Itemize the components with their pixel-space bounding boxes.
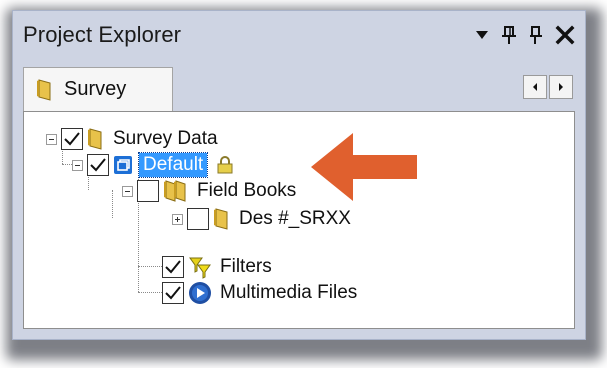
collapse-toggle[interactable] [122,185,133,197]
tree-connector [138,266,162,267]
tree-node-multimedia-files[interactable]: Multimedia Files [162,280,357,306]
tree-label: Filters [220,256,272,277]
panel-titlebar: Project Explorer [13,11,585,59]
tab-scroll-buttons [523,75,573,99]
collapse-toggle[interactable] [72,159,83,171]
annotation-arrow [311,129,421,210]
tab-label: Survey [64,78,127,100]
tree-label: Multimedia Files [220,282,358,303]
checkbox-default[interactable] [87,154,109,176]
media-icon [188,281,212,305]
project-explorer-panel: Project Explorer Survey Survey Data Defa… [12,10,586,340]
checkbox-filters[interactable] [162,256,184,278]
tree-label: Survey Data [113,128,218,149]
checkbox-multimedia-files[interactable] [162,282,184,304]
tree-connector [112,190,113,218]
folder-icon [87,128,105,150]
tree-label-selected: Default [137,152,209,178]
filter-icon [188,255,212,279]
scroll-left-button[interactable] [523,75,547,99]
tab-strip: Survey [13,59,585,111]
dropdown-icon[interactable] [475,29,489,41]
folder-icon [36,78,54,101]
tree-label: Des #_SRXX [239,208,351,229]
tree-node-filters[interactable]: Filters [162,254,272,280]
collapse-toggle[interactable] [46,133,57,145]
tree-label: Field Books [197,180,297,201]
tree-node-survey-data[interactable]: Survey Data [46,126,218,152]
panel-title: Project Explorer [23,22,182,47]
folder-icon [213,208,231,230]
tree-node-default[interactable]: Default [72,152,235,178]
autohide-icon[interactable] [529,25,543,45]
close-icon[interactable] [555,25,575,45]
folders-icon [163,179,189,203]
lock-icon [215,155,235,175]
pin-icon[interactable] [501,25,517,45]
project-tree: Survey Data Default Field Books Des #_SR… [23,111,575,329]
tree-connector [138,292,162,293]
checkbox-field-books[interactable] [137,180,159,202]
tab-survey[interactable]: Survey [23,67,173,111]
checkbox-survey-data[interactable] [61,128,83,150]
panel-controls [475,21,575,49]
expand-toggle[interactable] [172,213,183,225]
tree-node-field-books[interactable]: Field Books [122,178,296,204]
scroll-right-button[interactable] [549,75,573,99]
checkbox-des-srxx[interactable] [187,208,209,230]
window-icon [113,155,133,175]
